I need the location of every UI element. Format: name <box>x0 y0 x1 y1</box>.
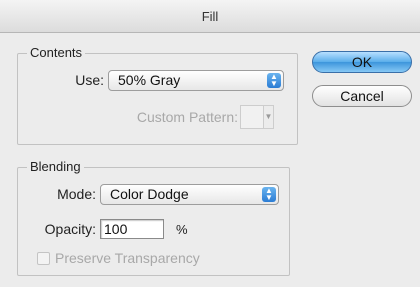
blending-group: Blending Mode: Color Dodge ▲ ▼ Opacity: 1… <box>17 159 290 276</box>
preserve-transparency-label: Preserve Transparency <box>55 250 200 266</box>
opacity-unit: % <box>176 222 188 237</box>
opacity-label: Opacity: <box>44 221 96 237</box>
dialog-title: Fill <box>0 0 420 33</box>
mode-select-value: Color Dodge <box>110 186 189 202</box>
use-label: Use: <box>75 72 104 88</box>
contents-group: Contents Use: 50% Gray ▲ ▼ Custom Pattern… <box>17 45 298 145</box>
up-down-arrows-icon: ▲ ▼ <box>267 73 281 88</box>
custom-pattern-swatch[interactable] <box>240 105 264 129</box>
blending-group-label: Blending <box>27 159 84 174</box>
contents-group-label: Contents <box>27 45 86 60</box>
custom-pattern-label: Custom Pattern: <box>136 109 238 125</box>
mode-select[interactable]: Color Dodge ▲ ▼ <box>100 184 279 205</box>
preserve-transparency-checkbox[interactable] <box>37 252 50 265</box>
cancel-button[interactable]: Cancel <box>312 85 412 107</box>
fill-dialog: Fill Contents Use: 50% Gray ▲ ▼ Custom Pa… <box>0 0 420 287</box>
use-select-value: 50% Gray <box>118 72 181 88</box>
use-select[interactable]: 50% Gray ▲ ▼ <box>108 70 284 91</box>
ok-button[interactable]: OK <box>312 51 412 73</box>
up-down-arrows-icon: ▲ ▼ <box>262 187 276 202</box>
opacity-input[interactable]: 100 <box>100 219 164 239</box>
mode-label: Mode: <box>57 186 96 202</box>
triangle-down-icon[interactable]: ▼ <box>264 105 274 129</box>
